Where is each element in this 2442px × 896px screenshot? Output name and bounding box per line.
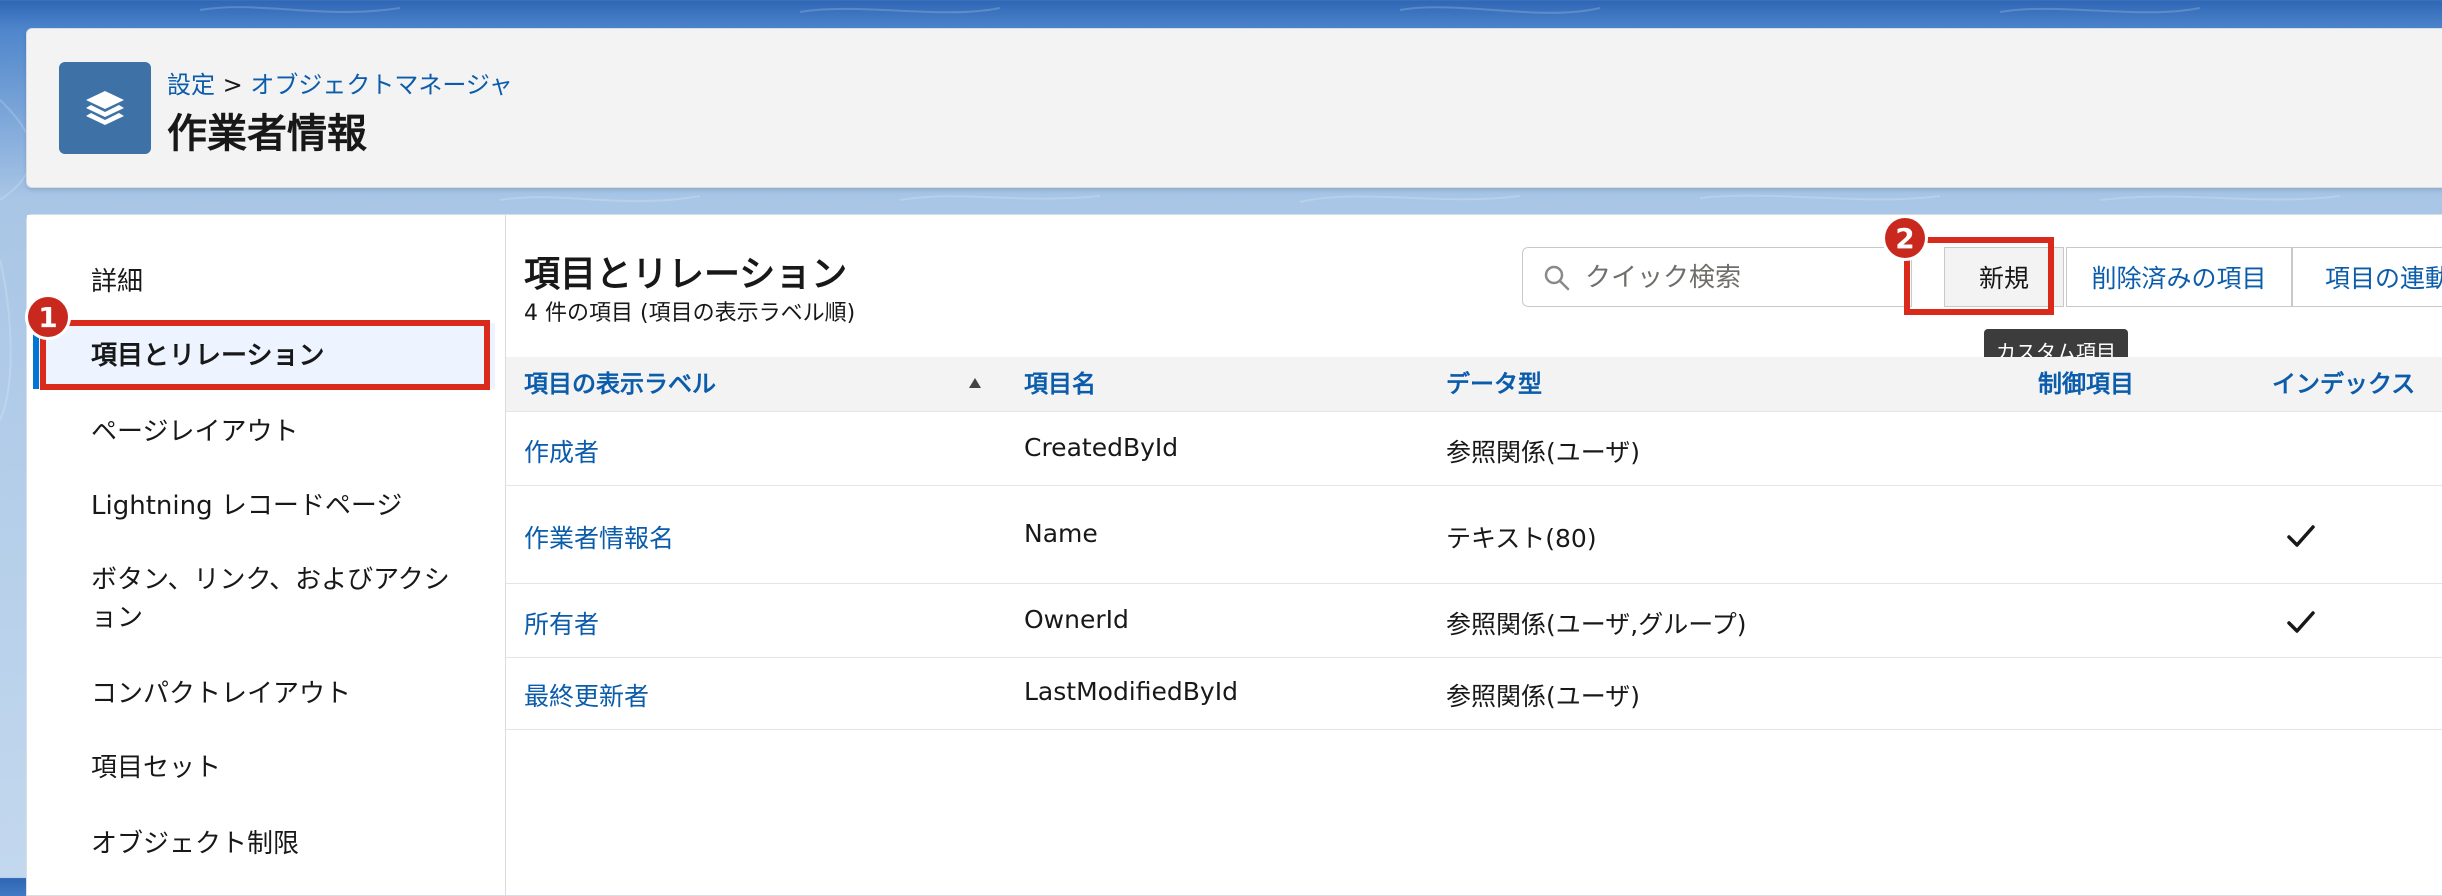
highlight-box-2 xyxy=(1904,237,2054,315)
table-row: 所有者 OwnerId 参照関係(ユーザ,グループ) xyxy=(506,583,2442,658)
section-subtitle: 4 件の項目 (項目の表示ラベル順) xyxy=(524,301,856,326)
fields-content: 項目とリレーション 4 件の項目 (項目の表示ラベル順) 新規 削除済みの項目 … xyxy=(506,215,2442,895)
field-label-link[interactable]: 最終更新者 xyxy=(524,677,649,713)
breadcrumb-object-manager-link[interactable]: オブジェクトマネージャ xyxy=(250,71,512,99)
sidebar-item-field-sets[interactable]: 項目セット xyxy=(91,749,471,787)
column-header-field-name[interactable]: 項目名 xyxy=(1024,357,1096,411)
step-badge-1: 1 xyxy=(28,297,68,337)
sidebar-item-page-layouts[interactable]: ページレイアウト xyxy=(91,413,471,451)
field-label-link[interactable]: 所有者 xyxy=(524,605,599,641)
deleted-fields-button[interactable]: 削除済みの項目 xyxy=(2066,247,2292,307)
layers-icon xyxy=(59,62,151,154)
table-header: 項目の表示ラベル 項目名 データ型 制御項目 インデックス xyxy=(506,357,2442,412)
field-data-type: テキスト(80) xyxy=(1446,524,1597,553)
main-panel: 詳細 項目とリレーション ページレイアウト Lightning レコードページ … xyxy=(26,214,2442,896)
highlight-box-1 xyxy=(40,320,490,390)
field-data-type: 参照関係(ユーザ) xyxy=(1446,682,1641,711)
field-label-link[interactable]: 作業者情報名 xyxy=(524,519,674,555)
indexed-check-icon xyxy=(2287,611,2315,633)
field-api-name: CreatedById xyxy=(1024,433,1179,462)
field-dependencies-button[interactable]: 項目の連動 xyxy=(2292,247,2442,307)
sidebar: 詳細 項目とリレーション ページレイアウト Lightning レコードページ … xyxy=(27,215,506,895)
quick-search-box[interactable] xyxy=(1522,247,1912,307)
column-header-controlling-field[interactable]: 制御項目 xyxy=(2038,357,2134,411)
sidebar-item-buttons-links-actions[interactable]: ボタン、リンク、およびアクション xyxy=(91,561,461,637)
field-data-type: 参照関係(ユーザ) xyxy=(1446,438,1641,467)
table-row: 最終更新者 LastModifiedById 参照関係(ユーザ) xyxy=(506,657,2442,730)
breadcrumb-setup-link[interactable]: 設定 xyxy=(167,71,215,99)
field-data-type: 参照関係(ユーザ,グループ) xyxy=(1446,610,1747,639)
quick-search-input[interactable] xyxy=(1583,256,1897,300)
field-label-link[interactable]: 作成者 xyxy=(524,433,599,469)
column-header-data-type[interactable]: データ型 xyxy=(1446,357,1542,411)
field-api-name: Name xyxy=(1024,519,1098,548)
field-api-name: OwnerId xyxy=(1024,605,1129,634)
breadcrumb-separator: > xyxy=(222,71,243,99)
indexed-check-icon xyxy=(2287,525,2315,547)
section-title: 項目とリレーション xyxy=(524,254,848,295)
sidebar-item-lightning-record-pages[interactable]: Lightning レコードページ xyxy=(91,487,471,525)
field-api-name: LastModifiedById xyxy=(1024,677,1238,706)
search-icon xyxy=(1544,265,1570,291)
step-badge-2: 2 xyxy=(1885,218,1925,258)
sidebar-item-details[interactable]: 詳細 xyxy=(91,263,471,301)
page-title: 作業者情報 xyxy=(167,111,367,157)
object-header: 設定 > オブジェクトマネージャ 作業者情報 xyxy=(26,28,2442,188)
column-header-field-label[interactable]: 項目の表示ラベル xyxy=(524,357,716,411)
sidebar-item-object-limits[interactable]: オブジェクト制限 xyxy=(91,825,471,863)
sidebar-item-compact-layouts[interactable]: コンパクトレイアウト xyxy=(91,675,471,713)
table-row: 作業者情報名 Name テキスト(80) xyxy=(506,485,2442,584)
breadcrumb: 設定 > オブジェクトマネージャ xyxy=(167,65,513,100)
sort-ascending-icon[interactable] xyxy=(968,377,982,389)
table-row: 作成者 CreatedById 参照関係(ユーザ) xyxy=(506,411,2442,486)
column-header-indexed[interactable]: インデックス xyxy=(2272,357,2415,411)
